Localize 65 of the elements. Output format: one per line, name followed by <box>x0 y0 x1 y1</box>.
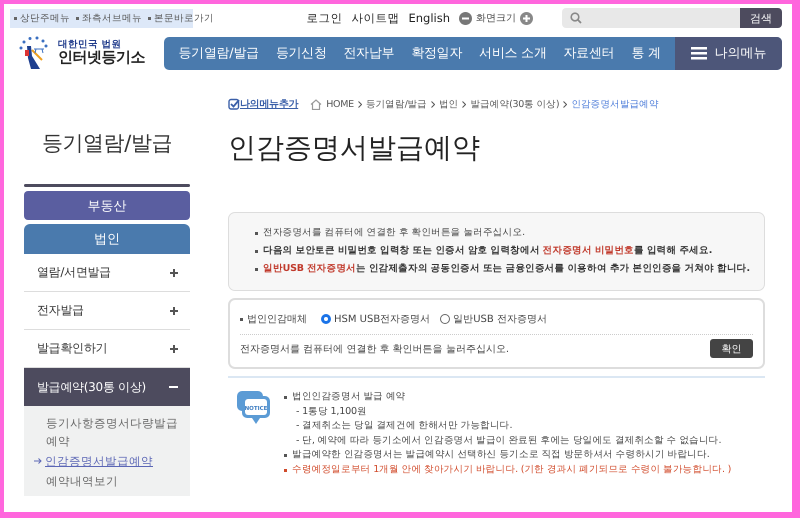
chevron-icon <box>563 100 568 108</box>
chevron-icon <box>430 100 435 108</box>
notice-subtext: - 단, 예약에 따라 등기소에서 인감증명서 발급이 완료된 후에는 당일에도 결제취소할 수 없습니다. <box>295 434 722 448</box>
notice-subtext: - 결제취소는 당일 결제건에 한해서만 가능합니다. <box>295 419 514 434</box>
skip-link[interactable]: 본문바로가기 <box>148 12 214 24</box>
breadcrumb-link[interactable]: 발급예약(30통 이상) <box>470 98 560 110</box>
zoom-in-icon[interactable] <box>520 12 533 24</box>
submenu-item[interactable]: 예약내역보기 <box>34 472 118 490</box>
skip-link[interactable]: 좌측서브메뉴 <box>76 12 142 24</box>
menu-icon <box>690 46 706 60</box>
category-tab[interactable]: 부동산 <box>24 191 190 220</box>
info-text: 다음의 보안토큰 비밀번호 입력창 또는 인증서 암호 입력창에서 전자증명서 비밀번호를 입력해 주세요. <box>263 244 712 258</box>
sidebar-title: 등기열람/발급 <box>41 130 173 157</box>
notice-text: 발급예약한 인감증명서는 발급예약시 선택하신 등기소로 직접 방문하셔서 수령하시기 바랍니다. <box>292 448 710 462</box>
home-icon <box>310 98 322 110</box>
nav-item[interactable]: 등기열람/발급 <box>178 44 259 62</box>
breadcrumb-link[interactable]: HOME <box>326 98 354 110</box>
nav-item[interactable]: 자료센터 <box>563 44 614 62</box>
plus-icon <box>170 306 178 314</box>
zoom-out-icon[interactable] <box>459 12 472 24</box>
speech-bubble-icon <box>237 391 270 424</box>
nav-item[interactable]: 확정일자 <box>411 44 462 62</box>
skip-link[interactable]: 상단주메뉴 <box>14 12 70 24</box>
chevron-icon <box>358 100 362 108</box>
submenu-item[interactable]: 등기사항증명서다량발급예약 <box>34 414 180 450</box>
minus-icon <box>169 386 178 388</box>
notice-subtext: - 1통당 1,100원 <box>295 404 368 419</box>
notice-text: 법인인감증명서 발급 예약 <box>292 390 406 404</box>
checkbox-icon[interactable] <box>228 98 240 110</box>
breadcrumb-link[interactable]: 인감증명서발급예약 <box>571 98 659 110</box>
nav-item[interactable]: 서비스 소개 <box>479 44 546 62</box>
sidebar-menu-item[interactable]: 발급예약(30통 이상) <box>24 368 190 406</box>
logo-title: 인터넷등기소 <box>58 50 145 66</box>
confirm-button[interactable]: 확인 <box>710 339 753 358</box>
field-label: 법인인감매체 <box>247 313 307 326</box>
sidebar-menu-item[interactable]: 전자발급 <box>24 292 190 330</box>
radio-option[interactable]: 일반USB 전자증명서 <box>440 312 547 326</box>
submenu-item[interactable]: 인감증명서발급예약 <box>45 452 153 470</box>
notice-text: 수령예정일로부터 1개월 안에 찾아가시기 바랍니다. (기한 경과시 폐기되므로 수령이 불가능합니다. ) <box>292 462 732 477</box>
utility-link[interactable]: 로그인 <box>306 10 342 26</box>
chevron-icon <box>462 100 466 108</box>
logo-subtitle: 대한민국 법원 <box>58 40 122 50</box>
nav-item[interactable]: 통 계 <box>631 44 660 62</box>
page-title: 인감증명서발급예약 <box>228 130 481 166</box>
search-icon <box>570 12 582 24</box>
search-button[interactable]: 검색 <box>740 8 782 28</box>
search-field[interactable] <box>562 8 740 28</box>
category-tab[interactable]: 법인 <box>24 224 190 254</box>
zoom-label: 화면크기 <box>476 12 516 25</box>
breadcrumb-link[interactable]: 등기열람/발급 <box>366 98 427 110</box>
hint-text: 전자증명서를 컴퓨터에 연결한 후 확인버튼을 눌러주십시오. <box>240 342 510 356</box>
nav-item[interactable]: 등기신청 <box>276 44 327 62</box>
plus-icon <box>170 344 178 352</box>
arrow-icon <box>34 458 42 464</box>
info-text: 전자증명서를 컴퓨터에 연결한 후 확인버튼을 눌러주십시오. <box>263 226 525 240</box>
utility-link[interactable]: 사이트맵 <box>351 10 400 26</box>
info-text: 일반USB 전자증명서 는 인감제출자의 공동인증서 또는 금융인증서를 이용하여 추가 본인인증을 거쳐야 합니다. <box>263 262 750 276</box>
radio-option[interactable]: HSM USB전자증명서 <box>321 312 430 326</box>
utility-link[interactable]: English <box>408 11 450 25</box>
breadcrumb-link[interactable]: 법인 <box>438 98 458 110</box>
add-my-menu-link[interactable]: 나의메뉴추가 <box>240 97 298 111</box>
my-menu-button[interactable]: 나의메뉴 <box>675 36 782 70</box>
plus-icon <box>170 268 178 276</box>
nav-item[interactable]: 전자납부 <box>344 44 394 62</box>
sidebar-menu-item[interactable]: 열람/서면발급 <box>24 254 190 292</box>
